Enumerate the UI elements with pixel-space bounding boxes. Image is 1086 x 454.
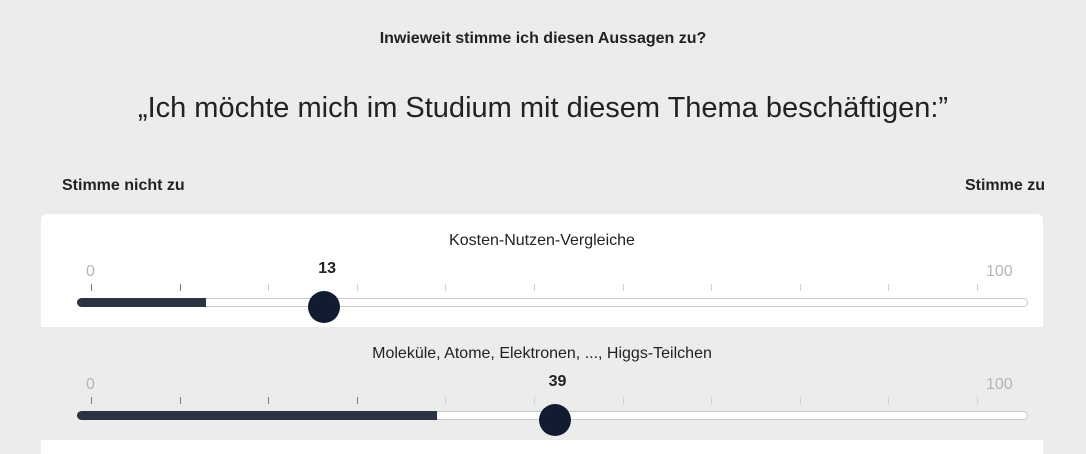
slider-tick — [91, 284, 92, 291]
slider-tick — [622, 284, 624, 291]
slider-item: Kosten-Nutzen-Vergleiche 0 100 13 — [41, 214, 1043, 327]
slider-fill — [77, 411, 437, 420]
slider-tick — [534, 284, 535, 291]
slider-max-label: 100 — [986, 376, 1013, 393]
slider-tick — [977, 397, 978, 404]
scale-left-label: Stimme nicht zu — [62, 177, 185, 194]
slider-tick — [711, 284, 713, 291]
slider-tick — [799, 397, 801, 404]
slider-tick — [268, 397, 270, 404]
slider-max-label: 100 — [986, 263, 1013, 280]
slider-value-label: 39 — [548, 373, 567, 390]
slider-title: Kosten-Nutzen-Vergleiche — [449, 232, 635, 249]
slider-tick — [356, 284, 358, 291]
slider-tick — [888, 397, 890, 404]
slider-tick — [534, 397, 535, 404]
slider-tick — [179, 397, 181, 404]
slider-tick — [356, 397, 358, 404]
slider-tick — [91, 397, 92, 404]
slider-min-label: 0 — [86, 376, 95, 393]
slider-tick — [711, 397, 713, 404]
slider-min-label: 0 — [86, 263, 95, 280]
slider-tick — [622, 397, 624, 404]
slider-item: Moleküle, Atome, Elektronen, ..., Higgs-… — [41, 327, 1043, 440]
slider-tick — [179, 284, 181, 291]
slider-thumb[interactable] — [538, 404, 571, 436]
slider-panel: Kosten-Nutzen-Vergleiche 0 100 13 Molekü… — [41, 214, 1043, 454]
slider-tick — [445, 397, 447, 404]
slider-track[interactable] — [77, 298, 1028, 307]
slider-tick — [799, 284, 801, 291]
slider-tick — [888, 284, 890, 291]
slider-thumb[interactable] — [308, 291, 341, 323]
scale-right-label: Stimme zu — [964, 177, 1045, 194]
question-label: Inwieweit stimme ich diesen Aussagen zu? — [379, 30, 707, 47]
slider-title: Moleküle, Atome, Elektronen, ..., Higgs-… — [372, 345, 712, 362]
slider-tick — [268, 284, 270, 291]
statement-heading: „Ich möchte mich im Studium mit diesem T… — [137, 92, 949, 124]
slider-value-label: 13 — [318, 260, 337, 277]
slider-fill — [77, 298, 207, 307]
slider-tick — [445, 284, 447, 291]
slider-tick — [977, 284, 978, 291]
